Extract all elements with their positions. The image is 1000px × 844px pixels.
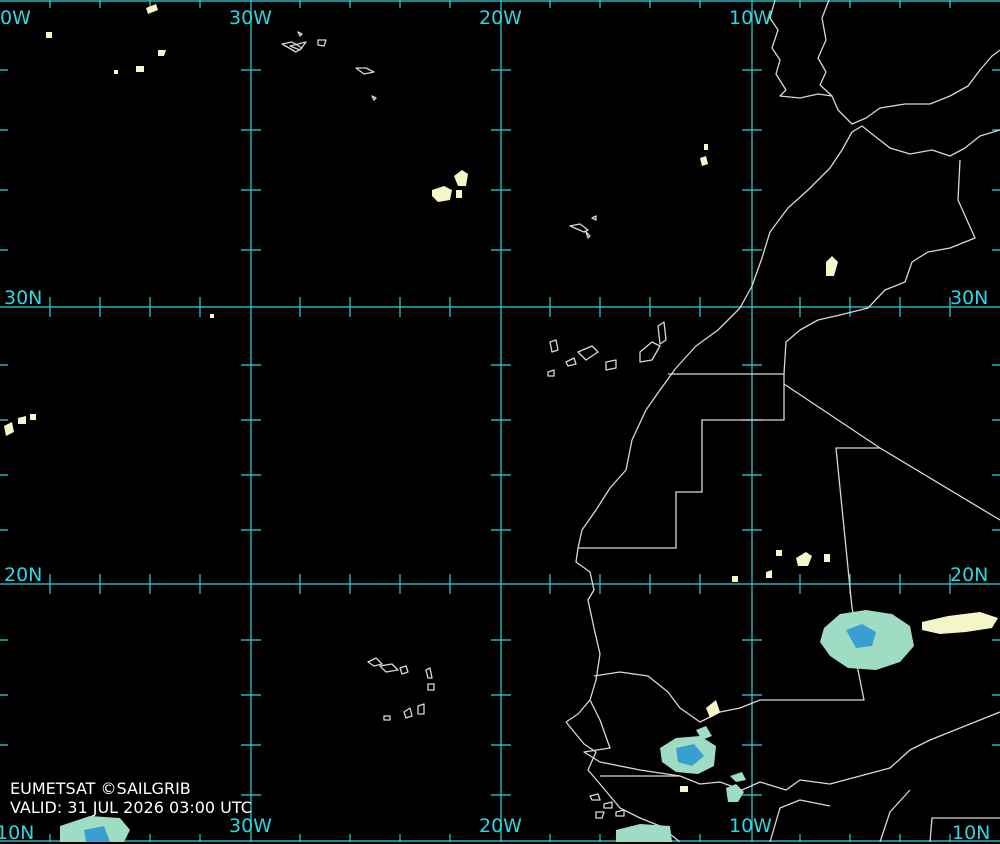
credit-text: EUMETSAT ©SAILGRIB <box>10 779 191 798</box>
label-bottom-30w: 30W <box>229 815 272 837</box>
label-bottom-10w: 10W <box>729 815 772 837</box>
label-left-20n: 20N <box>4 564 43 586</box>
cloud-patch <box>776 550 782 556</box>
label-top-0w: 0W <box>0 7 31 29</box>
cloud-patch <box>704 144 708 150</box>
label-left-30n: 30N <box>4 287 43 309</box>
label-right-30n: 30N <box>950 287 989 309</box>
label-top-10w: 10W <box>729 7 772 29</box>
cloud-patch <box>732 576 738 582</box>
label-top-20w: 20W <box>479 7 522 29</box>
satellite-map <box>0 0 1000 842</box>
cloud-patch <box>30 414 36 420</box>
label-right-20n: 20N <box>950 564 989 586</box>
label-bottom-left-10n: 10N <box>0 822 35 844</box>
valid-time-text: VALID: 31 JUL 2026 03:00 UTC <box>10 798 252 817</box>
cloud-patch <box>136 66 144 72</box>
label-top-30w: 30W <box>229 7 272 29</box>
ocean-background <box>0 0 1000 842</box>
cloud-patch <box>680 786 688 792</box>
label-bottom-20w: 20W <box>479 815 522 837</box>
cloud-patch <box>114 70 118 74</box>
cloud-patch <box>824 554 830 562</box>
cloud-patch <box>456 190 462 198</box>
cloud-patch <box>210 314 214 318</box>
label-bottom-right-10n: 10N <box>952 822 991 844</box>
cloud-patch <box>46 32 52 38</box>
